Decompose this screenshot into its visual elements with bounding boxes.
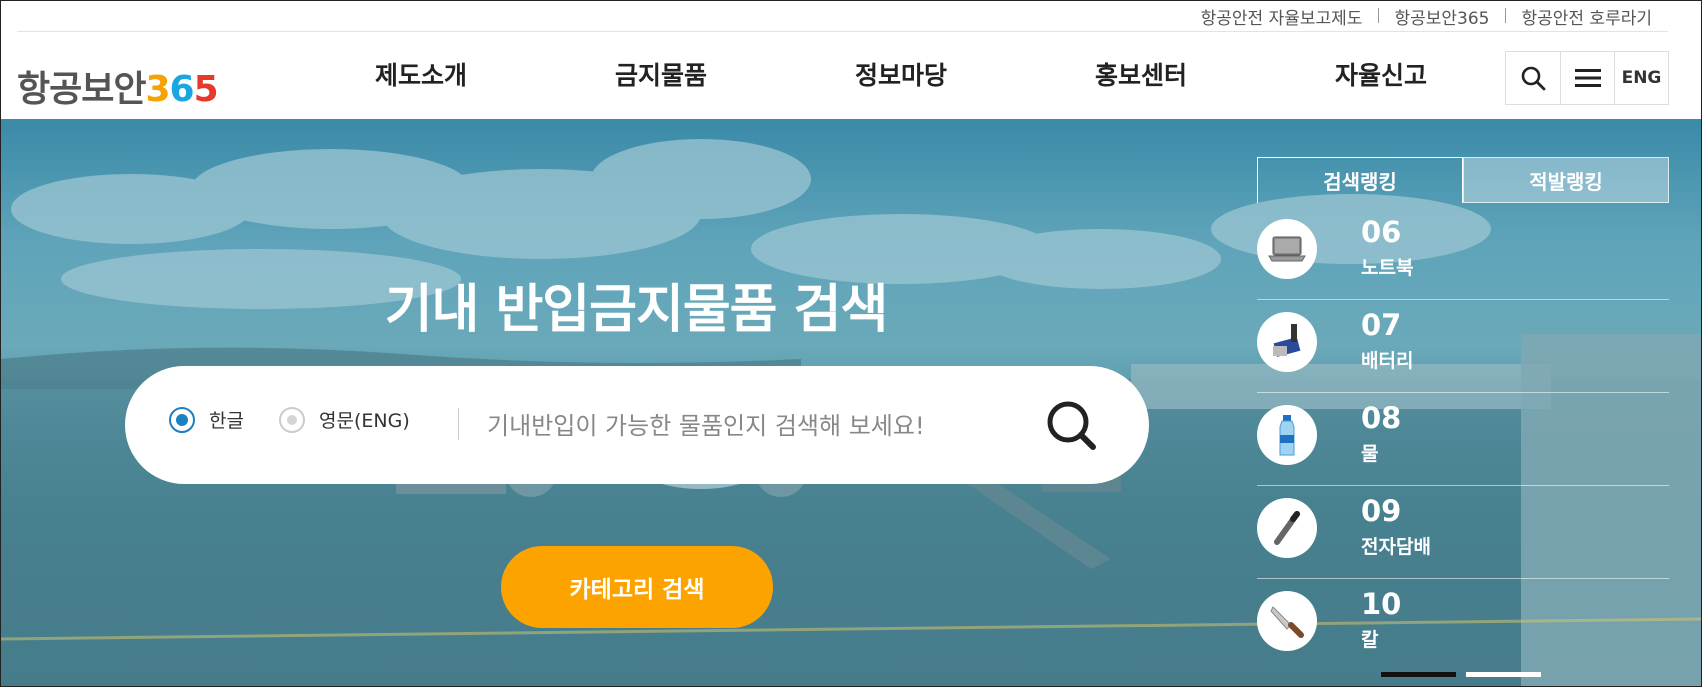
- ranking-number: 07: [1361, 308, 1402, 342]
- radio-korean-label: 한글: [209, 410, 244, 432]
- radio-english[interactable]: 영문(ENG): [279, 406, 410, 433]
- radio-english-label: 영문(ENG): [319, 410, 410, 432]
- ranking-item[interactable]: 06 노트북: [1257, 207, 1669, 300]
- nav-item-info[interactable]: 정보마당: [781, 32, 1021, 119]
- ranking-tabs: 검색랭킹 적발랭킹: [1257, 157, 1669, 203]
- ranking-pager: [1381, 672, 1541, 677]
- search-icon: [1047, 401, 1096, 450]
- e-cigarette-icon: [1257, 498, 1317, 558]
- ranking-item-name: 칼: [1361, 629, 1379, 651]
- item-search-input[interactable]: [485, 402, 1049, 450]
- logo-text: 항공보안: [17, 69, 146, 110]
- ranking-number: 06: [1361, 215, 1402, 249]
- utility-link-security365[interactable]: 항공보안365: [1378, 4, 1505, 29]
- hero-banner: 기내 반입금지물품 검색 한글 영문(ENG) 카테고리 검색 검색랭킹 적발랭…: [1, 119, 1701, 686]
- main-nav: 제도소개 금지물품 정보마당 홍보센터 자율신고: [301, 32, 1501, 119]
- item-search-button[interactable]: [1040, 394, 1102, 456]
- prohibited-item-search-box: 한글 영문(ENG): [125, 366, 1149, 484]
- nav-item-prohibited-items[interactable]: 금지물품: [541, 32, 781, 119]
- page: 항공안전 자율보고제도 항공보안365 항공안전 호루라기 항공보안365 제도…: [0, 0, 1702, 687]
- language-eng-button[interactable]: ENG: [1614, 52, 1668, 104]
- site-logo[interactable]: 항공보안365: [17, 60, 219, 112]
- logo-digit-5: 5: [193, 69, 219, 110]
- search-divider: [458, 408, 459, 440]
- logo-digit-3: 3: [145, 69, 170, 110]
- header-tools: ENG: [1505, 51, 1669, 105]
- utility-link-aviation-safety-report[interactable]: 항공안전 자율보고제도: [1185, 4, 1379, 29]
- utility-bar: 항공안전 자율보고제도 항공보안365 항공안전 호루라기: [1, 1, 1701, 31]
- header: 항공보안365 제도소개 금지물품 정보마당 홍보센터 자율신고 ENG: [1, 32, 1701, 119]
- nav-item-promotion[interactable]: 홍보센터: [1021, 32, 1261, 119]
- ranking-item[interactable]: 10 칼: [1257, 579, 1669, 671]
- header-search-button[interactable]: [1506, 52, 1560, 104]
- hero-title: 기내 반입금지물품 검색: [384, 280, 889, 340]
- logo-digit-6: 6: [169, 69, 195, 110]
- search-icon: [1521, 66, 1546, 91]
- ranking-number: 08: [1361, 401, 1402, 435]
- radio-korean[interactable]: 한글: [169, 406, 244, 433]
- utility-link-safety-whistle[interactable]: 항공안전 호루라기: [1505, 4, 1668, 29]
- pager-dot-2[interactable]: [1466, 672, 1541, 677]
- ranking-item[interactable]: 08 물: [1257, 393, 1669, 486]
- header-menu-button[interactable]: [1560, 52, 1614, 104]
- category-search-button[interactable]: 카테고리 검색: [501, 546, 773, 628]
- water-bottle-icon: [1257, 405, 1317, 465]
- ranking-number: 10: [1361, 587, 1402, 621]
- ranking-item[interactable]: 09 전자담배: [1257, 486, 1669, 579]
- ranking-list: 06 노트북 07 배터리 08 물 09 전자담배 10 칼: [1257, 207, 1669, 671]
- ranking-item[interactable]: 07 배터리: [1257, 300, 1669, 393]
- menu-icon: [1574, 69, 1601, 87]
- tab-search-ranking[interactable]: 검색랭킹: [1257, 157, 1463, 203]
- radio-korean-checked-icon: [169, 406, 195, 433]
- battery-icon: [1257, 312, 1317, 372]
- ranking-number: 09: [1361, 494, 1402, 528]
- nav-item-intro[interactable]: 제도소개: [301, 32, 541, 119]
- nav-item-self-report[interactable]: 자율신고: [1261, 32, 1501, 119]
- ranking-item-name: 배터리: [1361, 350, 1414, 372]
- laptop-icon: [1257, 219, 1317, 279]
- ranking-item-name: 노트북: [1361, 257, 1414, 279]
- ranking-item-name: 전자담배: [1361, 536, 1431, 558]
- tab-detection-ranking[interactable]: 적발랭킹: [1463, 157, 1669, 203]
- radio-english-unchecked-icon: [279, 406, 305, 433]
- knife-icon: [1257, 591, 1317, 651]
- ranking-item-name: 물: [1361, 443, 1379, 465]
- pager-dot-1[interactable]: [1381, 672, 1456, 677]
